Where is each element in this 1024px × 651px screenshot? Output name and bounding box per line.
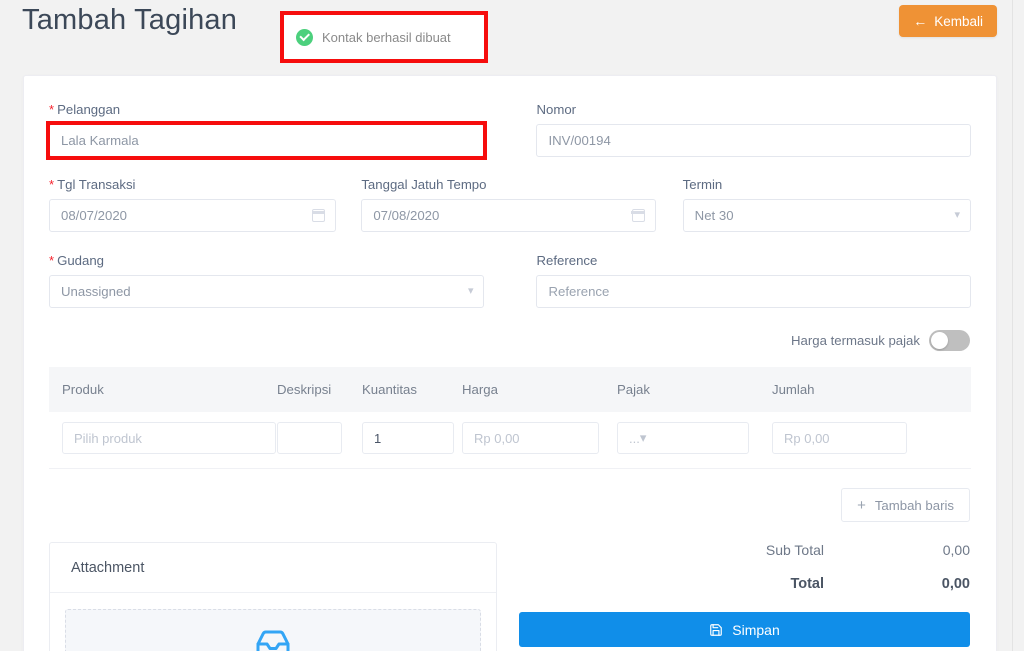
total-label: Total [790, 576, 824, 592]
back-button[interactable]: ← Kembali [899, 5, 997, 37]
calendar-icon[interactable] [631, 209, 645, 222]
total-value: 0,00 [941, 576, 970, 592]
save-button[interactable]: Simpan [519, 612, 970, 647]
calendar-icon[interactable] [311, 209, 326, 222]
sub-total-label: Sub Total [765, 542, 824, 558]
nomor-input[interactable]: INV/00194 [536, 124, 971, 157]
column-header-produk: Produk [62, 382, 104, 397]
column-header-harga: Harga [462, 382, 498, 397]
invoice-form-card: *Pelanggan Lala Karmala Nomor INV/00194 [23, 75, 997, 651]
inbox-tray-icon [256, 630, 290, 651]
tax-included-row: Harga termasuk pajak [49, 330, 971, 351]
column-header-pajak: Pajak [617, 382, 650, 397]
row-deskripsi-input[interactable] [277, 422, 342, 454]
chevron-down-icon: ▾ [639, 430, 647, 445]
nomor-value: INV/00194 [548, 133, 611, 148]
form-row-warehouse: * Gudang Unassigned ▾ Reference Reference [49, 253, 971, 308]
pelanggan-input[interactable]: Lala Karmala [49, 124, 485, 157]
label-gudang: * Gudang [49, 253, 104, 268]
items-table-header: Produk Deskripsi Kuantitas Harga Pajak J… [49, 367, 971, 412]
tax-included-toggle[interactable] [929, 330, 970, 351]
row-kuantitas-value: 1 [374, 430, 382, 446]
plus-icon: + [857, 496, 866, 514]
tanggal-jatuh-tempo-value: 07/08/2020 [373, 208, 440, 223]
field-tanggal-jatuh-tempo: Tanggal Jatuh Tempo 07/08/2020 [361, 177, 656, 232]
chevron-down-icon: ▾ [467, 285, 474, 297]
tgl-transaksi-value: 08/07/2020 [61, 208, 128, 223]
toast-message: Kontak berhasil dibuat [322, 29, 451, 45]
column-header-deskripsi: Deskripsi [277, 382, 332, 397]
add-row-label: Tambah baris [874, 497, 954, 513]
label-tanggal-jatuh-tempo: Tanggal Jatuh Tempo [361, 177, 487, 192]
termin-select[interactable]: Net 30 ▾ [682, 199, 972, 232]
row-harga-placeholder: Rp 0,00 [474, 430, 520, 446]
attachment-card: Attachment [49, 542, 497, 651]
sub-total-value: 0,00 [942, 542, 970, 558]
sub-total-row: Sub Total 0,00 [519, 542, 970, 558]
form-row-customer: * Pelanggan Lala Karmala Nomor INV/00194 [46, 102, 971, 160]
field-nomor: Nomor INV/00194 [536, 102, 971, 157]
attachment-dropzone[interactable] [65, 609, 481, 651]
required-asterisk: * [49, 177, 55, 192]
field-termin: Termin Net 30 ▾ [682, 177, 972, 232]
row-pajak-select[interactable]: ... ▾ [617, 422, 749, 454]
back-button-label: Kembali [934, 13, 983, 29]
save-icon [710, 623, 723, 636]
attachment-title: Attachment [50, 543, 496, 593]
row-produk-placeholder: Pilih produk [74, 430, 142, 446]
chevron-down-icon: ▾ [954, 209, 961, 221]
field-pelanggan: * Pelanggan Lala Karmala [46, 102, 488, 160]
page-title: Tambah Tagihan [22, 4, 238, 36]
row-produk-select[interactable]: Pilih produk [62, 422, 276, 454]
field-gudang: * Gudang Unassigned ▾ [49, 253, 485, 308]
row-kuantitas-input[interactable]: 1 [362, 422, 454, 454]
page-header: Tambah Tagihan Kontak berhasil dibuat ← … [0, 0, 1024, 63]
totals-panel: Sub Total 0,00 Total 0,00 Simpan [519, 542, 971, 651]
success-toast: Kontak berhasil dibuat [280, 11, 488, 63]
row-jumlah-input[interactable]: Rp 0,00 [772, 422, 907, 454]
column-header-jumlah: Jumlah [772, 382, 815, 397]
reference-placeholder: Reference [548, 284, 610, 299]
page-viewport: Tambah Tagihan Kontak berhasil dibuat ← … [0, 0, 1024, 651]
label-termin: Termin [682, 177, 723, 192]
items-table: Produk Deskripsi Kuantitas Harga Pajak J… [49, 367, 971, 522]
total-row: Total 0,00 [519, 576, 970, 592]
save-button-label: Simpan [732, 621, 780, 638]
arrow-left-icon: ← [913, 13, 928, 29]
label-reference: Reference [536, 253, 598, 268]
check-circle-icon [296, 28, 313, 46]
tanggal-jatuh-tempo-input[interactable]: 07/08/2020 [361, 199, 656, 232]
column-header-kuantitas: Kuantitas [362, 382, 417, 397]
label-nomor: Nomor [536, 102, 577, 117]
field-tgl-transaksi: * Tgl Transaksi 08/07/2020 [49, 177, 337, 232]
row-pajak-placeholder: ... [629, 430, 640, 446]
label-pelanggan: * Pelanggan [49, 102, 121, 117]
scrollbar-track[interactable] [1012, 0, 1013, 651]
field-reference: Reference Reference [536, 253, 971, 308]
row-harga-input[interactable]: Rp 0,00 [462, 422, 599, 454]
toggle-knob [931, 332, 948, 349]
gudang-select[interactable]: Unassigned ▾ [49, 275, 485, 308]
pelanggan-value: Lala Karmala [61, 133, 139, 148]
reference-input[interactable]: Reference [536, 275, 971, 308]
required-asterisk: * [49, 253, 55, 268]
label-tgl-transaksi: * Tgl Transaksi [49, 177, 136, 192]
tax-included-label: Harga termasuk pajak [790, 333, 920, 348]
add-row-button[interactable]: + Tambah baris [841, 488, 970, 522]
row-jumlah-placeholder: Rp 0,00 [784, 430, 830, 446]
bottom-section: Attachment Sub Total 0,00 Total 0,00 Sim… [49, 522, 971, 651]
table-row: Pilih produk 1 Rp 0,00 ... ▾ Rp 0,00 [49, 412, 971, 462]
tgl-transaksi-input[interactable]: 08/07/2020 [49, 199, 337, 232]
required-asterisk: * [49, 102, 55, 117]
form-row-dates: * Tgl Transaksi 08/07/2020 Tanggal Jatuh … [49, 177, 972, 232]
termin-value: Net 30 [694, 208, 734, 223]
gudang-value: Unassigned [61, 284, 131, 299]
